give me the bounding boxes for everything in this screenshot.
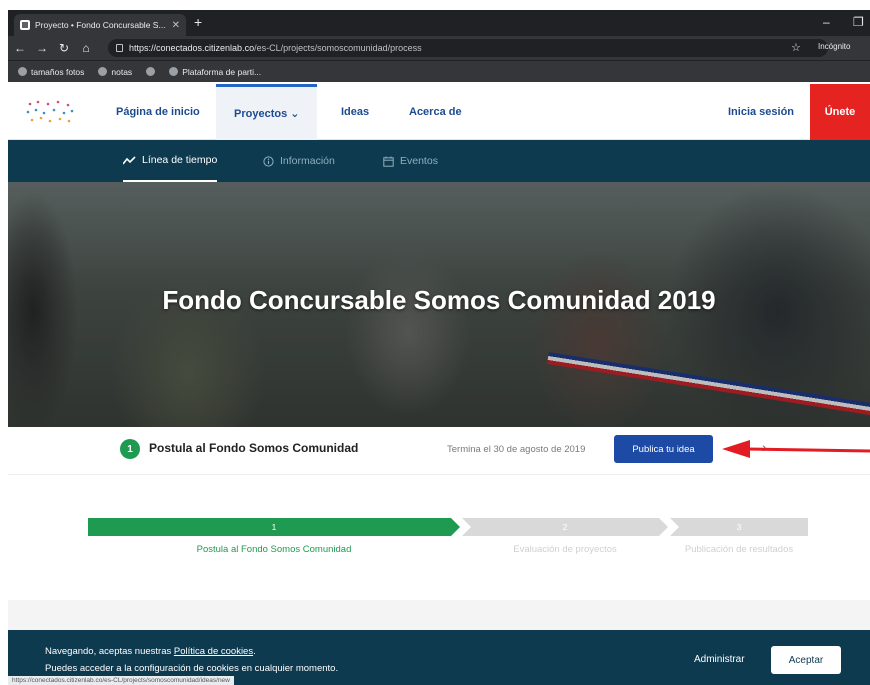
phase-timeline: 1 2 3: [88, 518, 808, 536]
phase-end-date: Termina el 30 de agosto de 2019: [447, 444, 586, 455]
bookmark-icon: [169, 67, 179, 76]
back-icon[interactable]: ←: [10, 41, 30, 55]
timeline-step-1-label[interactable]: Postula al Fondo Somos Comunidad: [88, 544, 460, 555]
address-bar[interactable]: https://conectados.citizenlab.co /es-CL/…: [108, 39, 828, 57]
cookie-accept-button[interactable]: Aceptar: [771, 646, 841, 674]
bookmark-item[interactable]: Plataforma de parti...: [169, 67, 261, 77]
restore-window-icon[interactable]: ❐: [853, 15, 864, 29]
home-icon[interactable]: ⌂: [76, 41, 96, 55]
cookie-settings-note: Puedes acceder a la configuración de coo…: [45, 663, 339, 674]
nav-ideas[interactable]: Ideas: [341, 84, 369, 140]
phase-number-badge: 1: [120, 439, 140, 459]
bookmark-icon: [146, 67, 156, 76]
bookmark-item[interactable]: [146, 67, 156, 76]
browser-tab[interactable]: Proyecto • Fondo Concursable S... ✕: [14, 14, 186, 36]
join-button[interactable]: Únete: [810, 84, 870, 140]
site-favicon-icon: [20, 20, 30, 30]
bookmarks-bar: tamaños fotos notas Plataforma de parti.…: [8, 60, 870, 82]
trend-line-icon: [123, 155, 136, 164]
timeline-step-2-label[interactable]: Evaluación de proyectos: [462, 544, 668, 555]
new-tab-icon[interactable]: +: [194, 14, 202, 30]
bookmark-item[interactable]: notas: [98, 67, 132, 77]
cookie-message: Navegando, aceptas nuestras Política de …: [45, 646, 256, 657]
calendar-icon: [383, 156, 394, 167]
site-logo[interactable]: [24, 98, 76, 126]
timeline-step-1[interactable]: 1: [88, 518, 460, 536]
tab-information[interactable]: Información: [263, 140, 335, 182]
bookmark-item[interactable]: tamaños fotos: [18, 67, 84, 77]
login-link[interactable]: Inicia sesión: [728, 84, 794, 140]
cookie-policy-link[interactable]: Política de cookies: [174, 646, 253, 657]
url-host: https://conectados.citizenlab.co: [129, 43, 255, 53]
project-subnav: Línea de tiempo Información Eventos: [8, 140, 870, 182]
tab-timeline[interactable]: Línea de tiempo: [123, 140, 218, 182]
content-divider: [8, 600, 870, 630]
annotation-arrow-icon: [722, 440, 870, 458]
post-idea-button[interactable]: Publica tu idea: [614, 435, 713, 463]
phase-title: Postula al Fondo Somos Comunidad: [149, 441, 359, 455]
timeline-step-3[interactable]: 3: [670, 518, 808, 536]
tab-title: Proyecto • Fondo Concursable S...: [35, 20, 166, 30]
project-hero: Fondo Concursable Somos Comunidad 2019: [8, 182, 870, 427]
info-icon: [263, 155, 274, 167]
status-bar-url: https://conectados.citizenlab.co/es-CL/p…: [8, 676, 234, 685]
site-navbar: Página de inicio Proyectos ⌄ Ideas Acerc…: [8, 84, 870, 140]
nav-home[interactable]: Página de inicio: [116, 84, 200, 140]
close-tab-icon[interactable]: ✕: [172, 20, 180, 31]
url-path: /es-CL/projects/somoscomunidad/process: [254, 43, 422, 53]
timeline-step-2[interactable]: 2: [462, 518, 668, 536]
bookmark-icon: [98, 67, 108, 76]
cookie-manage-button[interactable]: Administrar: [694, 654, 745, 665]
forward-icon[interactable]: →: [32, 41, 52, 55]
incognito-label[interactable]: Incógnito: [818, 42, 850, 51]
timeline-step-3-label[interactable]: Publicación de resultados: [670, 544, 808, 555]
tab-events[interactable]: Eventos: [383, 140, 438, 182]
lock-icon: [116, 44, 123, 52]
nav-about[interactable]: Acerca de: [409, 84, 462, 140]
browser-tab-strip: Proyecto • Fondo Concursable S... ✕ + – …: [8, 10, 870, 36]
bookmark-star-icon[interactable]: ☆: [791, 41, 801, 54]
reload-icon[interactable]: ↻: [54, 41, 74, 55]
project-title: Fondo Concursable Somos Comunidad 2019: [162, 285, 716, 315]
minimize-window-icon[interactable]: –: [823, 15, 830, 29]
bookmark-icon: [18, 67, 27, 76]
nav-projects[interactable]: Proyectos ⌄: [216, 84, 318, 140]
browser-toolbar: ← → ↻ ⌂ https://conectados.citizenlab.co…: [8, 36, 870, 60]
